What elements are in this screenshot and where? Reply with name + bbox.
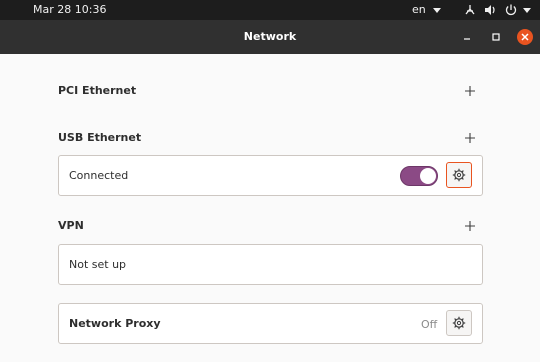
add-vpn-icon[interactable] <box>465 221 475 231</box>
usb-ethernet-status: Connected <box>69 169 129 182</box>
power-icon[interactable] <box>504 3 518 17</box>
minimize-icon[interactable] <box>459 29 475 45</box>
top-bar: Mar 28 10:36 en <box>0 0 540 20</box>
usb-ethernet-row: Connected <box>58 155 483 196</box>
clock[interactable]: Mar 28 10:36 <box>33 3 106 16</box>
gear-icon <box>452 316 466 330</box>
close-icon <box>521 33 529 41</box>
network-proxy-settings-button[interactable] <box>446 310 472 336</box>
section-title-pci-ethernet: PCI Ethernet <box>58 84 137 97</box>
network-icon[interactable] <box>463 3 477 17</box>
network-proxy-status: Off <box>421 318 438 331</box>
language-indicator[interactable]: en <box>412 3 426 16</box>
language-dropdown-icon[interactable] <box>433 8 441 13</box>
window-header: Network <box>0 20 540 54</box>
vpn-row: Not set up <box>58 244 483 285</box>
section-title-vpn: VPN <box>58 219 84 232</box>
toggle-knob <box>420 168 436 184</box>
volume-icon[interactable] <box>483 3 497 17</box>
vpn-status: Not set up <box>69 258 127 271</box>
usb-ethernet-toggle[interactable] <box>400 166 438 186</box>
add-pci-ethernet-icon[interactable] <box>465 86 475 96</box>
maximize-icon[interactable] <box>488 29 504 45</box>
gear-icon <box>452 168 466 182</box>
usb-ethernet-settings-button[interactable] <box>446 162 472 188</box>
network-proxy-row[interactable]: Network Proxy Off <box>58 303 483 344</box>
section-title-usb-ethernet: USB Ethernet <box>58 131 142 144</box>
add-usb-ethernet-icon[interactable] <box>465 133 475 143</box>
close-button[interactable] <box>517 29 533 45</box>
system-menu-dropdown-icon[interactable] <box>523 8 531 13</box>
network-proxy-label: Network Proxy <box>69 317 161 330</box>
